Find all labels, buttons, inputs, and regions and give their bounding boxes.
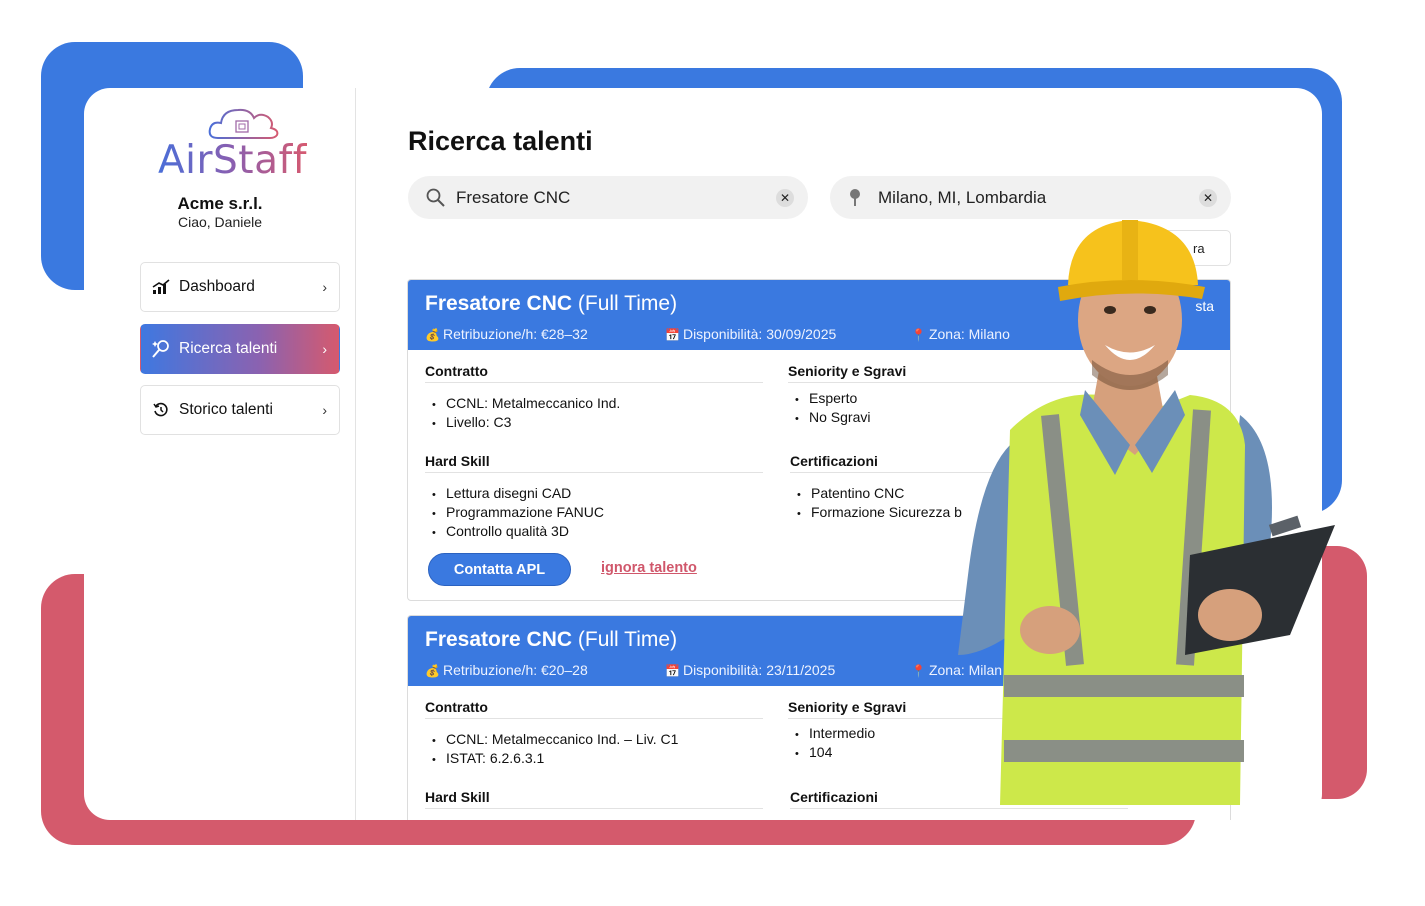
talent-type: (Full Time) bbox=[577, 628, 678, 651]
search-icon bbox=[426, 188, 448, 207]
clear-icon[interactable]: ✕ bbox=[776, 188, 794, 207]
cert-list: Patentino CNC Formazione Sicurezza b bbox=[797, 485, 962, 523]
list-item: Livello: C3 bbox=[432, 414, 620, 433]
sidebar-item-dashboard[interactable]: Dashboard › bbox=[140, 262, 340, 312]
hard-skill-list: Lettura disegni CAD Programmazione FANUC… bbox=[432, 485, 604, 542]
calendar-icon: 📅 bbox=[665, 664, 680, 678]
list-item: Controllo qualità 3D bbox=[432, 523, 604, 542]
list-item: Patentino CNC bbox=[797, 485, 962, 504]
pin-icon: 📍 bbox=[911, 328, 926, 342]
cloud-logo-icon bbox=[208, 108, 279, 139]
talent-role: Fresatore CNC bbox=[425, 628, 573, 651]
hard-skill-title: Hard Skill bbox=[425, 453, 490, 469]
money-bag-icon: 💰 bbox=[425, 664, 440, 678]
clear-icon[interactable]: ✕ bbox=[1199, 188, 1217, 207]
divider bbox=[425, 472, 763, 473]
list-item: Formazione Sicurezza b bbox=[797, 504, 962, 523]
pay-info: 💰 Retribuzione/h: €20–28 bbox=[425, 662, 588, 678]
user-greeting: Ciao, Daniele bbox=[177, 214, 263, 230]
talent-role: Fresatore CNC bbox=[425, 292, 573, 315]
seniority-title: Seniority e Sgravi bbox=[788, 699, 907, 715]
sidebar-item-label: Storico talenti bbox=[179, 401, 273, 418]
wand-search-icon bbox=[149, 337, 173, 361]
chevron-right-icon: › bbox=[322, 341, 327, 357]
seniority-title: Seniority e Sgravi bbox=[788, 363, 907, 379]
divider bbox=[425, 382, 763, 383]
pay-text: Retribuzione/h: €28–32 bbox=[442, 326, 588, 342]
talent-title: Fresatore CNC (Full Time) bbox=[425, 292, 677, 316]
calendar-icon: 📅 bbox=[665, 328, 680, 342]
list-item: CCNL: Metalmeccanico Ind. bbox=[432, 395, 620, 414]
pin-icon bbox=[848, 188, 870, 207]
cert-title: Certificazioni bbox=[790, 789, 878, 805]
chevron-right-icon: › bbox=[322, 402, 327, 418]
divider bbox=[425, 808, 763, 809]
seniority-list: Esperto No Sgravi bbox=[795, 390, 870, 428]
history-icon bbox=[149, 398, 173, 422]
sidebar-item-label: Dashboard bbox=[179, 278, 255, 295]
contact-apl-button[interactable]: Contatta APL bbox=[428, 553, 571, 586]
location-search-value: Milano, MI, Lombardia bbox=[878, 187, 1047, 207]
role-search-value: Fresatore CNC bbox=[456, 187, 571, 207]
availability-text: Disponibilità: 23/11/2025 bbox=[682, 662, 836, 678]
talent-type: (Full Time) bbox=[577, 292, 678, 315]
list-item: Esperto bbox=[795, 390, 870, 409]
contract-list: CCNL: Metalmeccanico Ind. – Liv. C1 ISTA… bbox=[432, 731, 678, 769]
sidebar-item-storico-talenti[interactable]: Storico talenti › bbox=[140, 385, 340, 435]
page-title: Ricerca talenti bbox=[408, 126, 593, 156]
cert-title: Certificazioni bbox=[790, 453, 878, 469]
list-item: Intermedio bbox=[795, 725, 875, 744]
contract-list: CCNL: Metalmeccanico Ind. Livello: C3 bbox=[432, 395, 620, 433]
availability-info: 📅 Disponibilità: 30/09/2025 bbox=[665, 326, 836, 342]
list-item: 104 bbox=[795, 744, 875, 763]
role-search-input[interactable]: Fresatore CNC ✕ bbox=[408, 176, 808, 219]
company-name: Acme s.r.l. bbox=[177, 194, 263, 213]
chart-bars-icon bbox=[149, 275, 173, 299]
availability-info: 📅 Disponibilità: 23/11/2025 bbox=[665, 662, 835, 678]
worker-illustration bbox=[958, 220, 1335, 805]
seniority-list: Intermedio 104 bbox=[795, 725, 875, 763]
logo[interactable]: AirStaff bbox=[158, 104, 328, 184]
list-item: CCNL: Metalmeccanico Ind. – Liv. C1 bbox=[432, 731, 678, 750]
chevron-right-icon: › bbox=[322, 279, 327, 295]
pay-info: 💰 Retribuzione/h: €28–32 bbox=[425, 326, 588, 342]
list-item: Programmazione FANUC bbox=[432, 504, 604, 523]
list-item: No Sgravi bbox=[795, 409, 870, 428]
pin-icon: 📍 bbox=[911, 664, 926, 678]
availability-text: Disponibilità: 30/09/2025 bbox=[682, 326, 837, 342]
contract-title: Contratto bbox=[425, 699, 488, 715]
list-item: Lettura disegni CAD bbox=[432, 485, 604, 504]
money-bag-icon: 💰 bbox=[425, 328, 440, 342]
hard-skill-title: Hard Skill bbox=[425, 789, 490, 805]
sidebar: AirStaff Acme s.r.l. Ciao, Daniele Dashb… bbox=[84, 88, 356, 820]
divider bbox=[425, 718, 763, 719]
sidebar-item-ricerca-talenti[interactable]: Ricerca talenti › bbox=[140, 324, 340, 374]
brand-name: AirStaff bbox=[158, 138, 307, 183]
sidebar-item-label: Ricerca talenti bbox=[179, 340, 278, 357]
pay-text: Retribuzione/h: €20–28 bbox=[442, 662, 588, 678]
talent-title: Fresatore CNC (Full Time) bbox=[425, 628, 677, 652]
ignore-talent-link[interactable]: ignora talento bbox=[601, 560, 697, 576]
location-search-input[interactable]: Milano, MI, Lombardia ✕ bbox=[830, 176, 1231, 219]
list-item: ISTAT: 6.2.6.3.1 bbox=[432, 750, 678, 769]
contract-title: Contratto bbox=[425, 363, 488, 379]
